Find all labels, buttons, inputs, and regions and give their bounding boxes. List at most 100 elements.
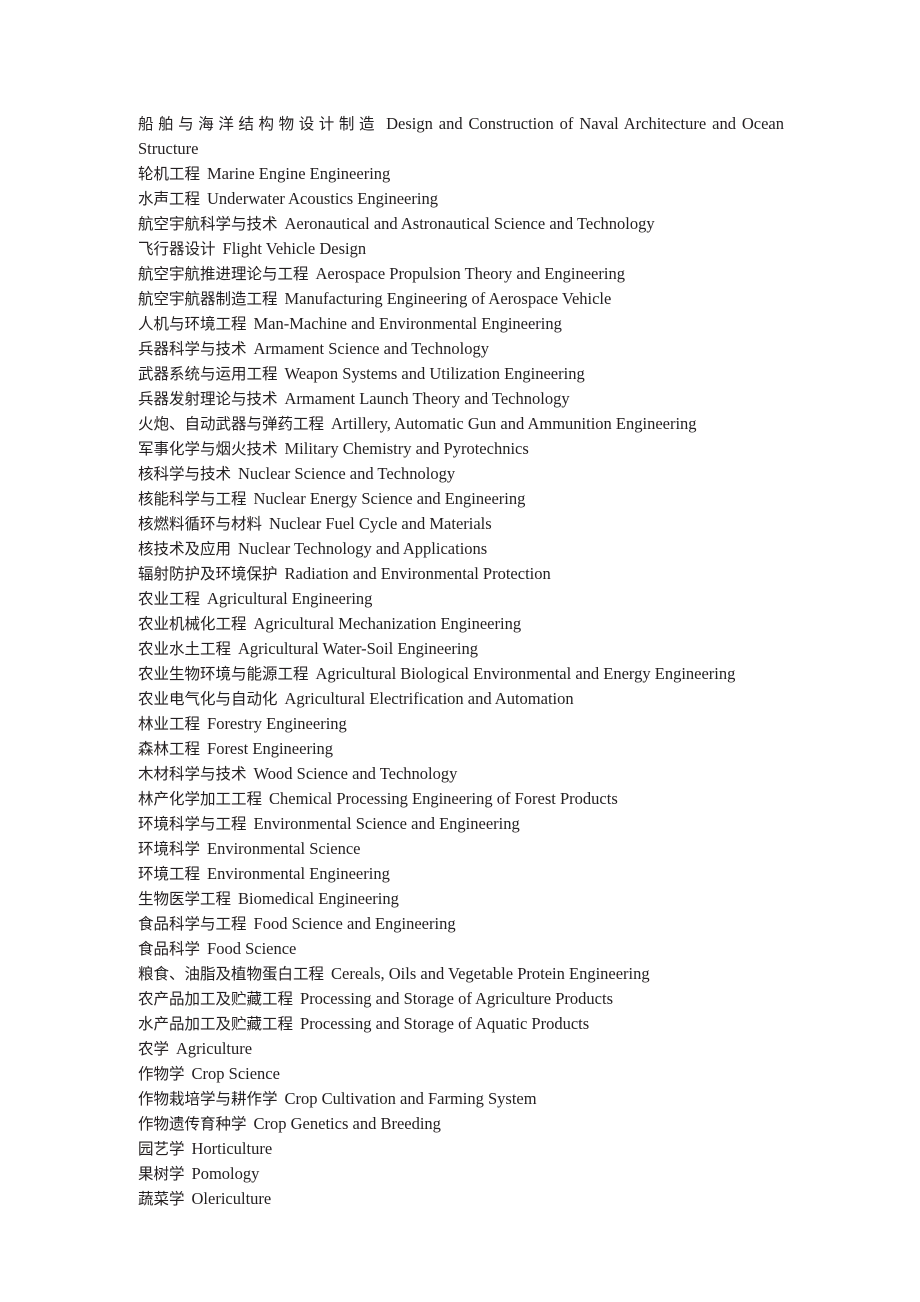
discipline-name-en: Processing and Storage of Agriculture Pr…	[300, 989, 613, 1008]
discipline-name-en: Environmental Science	[207, 839, 361, 858]
discipline-entry: 航空宇航科学与技术 Aeronautical and Astronautical…	[138, 212, 784, 237]
discipline-entry: 林业工程 Forestry Engineering	[138, 712, 784, 737]
discipline-name-en: Manufacturing Engineering of Aerospace V…	[284, 289, 612, 308]
discipline-name-en: Food Science	[207, 939, 297, 958]
discipline-name-cn: 辐射防护及环境保护	[138, 565, 278, 583]
discipline-entry: 飞行器设计 Flight Vehicle Design	[138, 237, 784, 262]
name-separator	[200, 588, 207, 612]
name-separator	[185, 1063, 192, 1087]
discipline-entry: 农业水土工程 Agricultural Water-Soil Engineeri…	[138, 637, 784, 662]
discipline-entry: 航空宇航推进理论与工程 Aerospace Propulsion Theory …	[138, 262, 784, 287]
discipline-entry: 环境科学 Environmental Science	[138, 837, 784, 862]
discipline-entry: 农业工程 Agricultural Engineering	[138, 587, 784, 612]
name-separator	[231, 638, 238, 662]
discipline-entry: 核科学与技术 Nuclear Science and Technology	[138, 462, 784, 487]
name-separator	[278, 363, 285, 387]
discipline-name-en: Crop Cultivation and Farming System	[284, 1089, 537, 1108]
discipline-name-cn: 水产品加工及贮藏工程	[138, 1015, 294, 1033]
discipline-name-cn: 航空宇航器制造工程	[138, 290, 278, 308]
discipline-name-en: Agricultural Water-Soil Engineering	[238, 639, 478, 658]
discipline-name-cn: 果树学	[138, 1165, 185, 1183]
discipline-name-en: Environmental Science and Engineering	[253, 814, 520, 833]
discipline-entry: 森林工程 Forest Engineering	[138, 737, 784, 762]
name-separator	[262, 788, 269, 812]
discipline-entry: 作物栽培学与耕作学 Crop Cultivation and Farming S…	[138, 1087, 784, 1112]
discipline-name-en: Aeronautical and Astronautical Science a…	[284, 214, 655, 233]
name-separator	[200, 938, 207, 962]
name-separator	[247, 488, 254, 512]
name-separator	[293, 1013, 300, 1037]
discipline-entry: 核技术及应用 Nuclear Technology and Applicatio…	[138, 537, 784, 562]
discipline-entry: 木材科学与技术 Wood Science and Technology	[138, 762, 784, 787]
discipline-name-en: Weapon Systems and Utilization Engineeri…	[284, 364, 585, 383]
discipline-entry: 环境工程 Environmental Engineering	[138, 862, 784, 887]
name-separator	[200, 838, 207, 862]
name-separator	[293, 988, 300, 1012]
name-separator	[231, 888, 238, 912]
discipline-name-cn: 轮机工程	[138, 165, 201, 183]
discipline-name-en: Aerospace Propulsion Theory and Engineer…	[315, 264, 625, 283]
name-separator	[324, 413, 331, 437]
discipline-entry: 农业机械化工程 Agricultural Mechanization Engin…	[138, 612, 784, 637]
name-separator	[200, 863, 207, 887]
discipline-name-en: Agricultural Mechanization Engineering	[253, 614, 522, 633]
name-separator	[309, 263, 316, 287]
discipline-name-en: Wood Science and Technology	[253, 764, 458, 783]
discipline-entry: 环境科学与工程 Environmental Science and Engine…	[138, 812, 784, 837]
name-separator	[231, 463, 238, 487]
discipline-name-cn: 食品科学	[138, 940, 201, 958]
discipline-name-en: Artillery, Automatic Gun and Ammunition …	[331, 414, 697, 433]
discipline-entry: 农业电气化与自动化 Agricultural Electrification a…	[138, 687, 784, 712]
discipline-name-cn: 人机与环境工程	[138, 315, 247, 333]
name-separator	[247, 613, 254, 637]
discipline-name-cn: 林业工程	[138, 715, 201, 733]
discipline-name-en: Pomology	[191, 1164, 260, 1183]
name-separator	[247, 1113, 254, 1137]
discipline-entry: 兵器科学与技术 Armament Science and Technology	[138, 337, 784, 362]
discipline-name-en: Underwater Acoustics Engineering	[207, 189, 438, 208]
discipline-name-cn: 农产品加工及贮藏工程	[138, 990, 294, 1008]
discipline-name-en: Crop Science	[191, 1064, 280, 1083]
discipline-name-cn: 环境工程	[138, 865, 201, 883]
discipline-entry: 人机与环境工程 Man-Machine and Environmental En…	[138, 312, 784, 337]
discipline-name-cn: 蔬菜学	[138, 1190, 185, 1208]
name-separator	[169, 1038, 176, 1062]
discipline-name-en: Environmental Engineering	[207, 864, 390, 883]
name-separator	[200, 738, 207, 762]
discipline-name-cn: 水声工程	[138, 190, 201, 208]
discipline-name-cn: 核能科学与工程	[138, 490, 247, 508]
discipline-entry: 轮机工程 Marine Engine Engineering	[138, 162, 784, 187]
discipline-entry: 辐射防护及环境保护 Radiation and Environmental Pr…	[138, 562, 784, 587]
discipline-name-en: Processing and Storage of Aquatic Produc…	[300, 1014, 590, 1033]
discipline-entry: 水产品加工及贮藏工程 Processing and Storage of Aqu…	[138, 1012, 784, 1037]
discipline-name-cn: 农学	[138, 1040, 170, 1058]
discipline-entry: 军事化学与烟火技术 Military Chemistry and Pyrotec…	[138, 437, 784, 462]
discipline-name-cn: 作物学	[138, 1065, 185, 1083]
discipline-name-en: Nuclear Technology and Applications	[238, 539, 488, 558]
discipline-name-en: Man-Machine and Environmental Engineerin…	[253, 314, 562, 333]
name-separator	[278, 563, 285, 587]
discipline-name-cn: 农业机械化工程	[138, 615, 247, 633]
discipline-name-cn: 作物栽培学与耕作学	[138, 1090, 278, 1108]
discipline-name-en: Agricultural Electrification and Automat…	[284, 689, 574, 708]
discipline-name-cn: 武器系统与运用工程	[138, 365, 278, 383]
discipline-name-cn: 兵器科学与技术	[138, 340, 247, 358]
name-separator	[247, 813, 254, 837]
discipline-name-cn: 飞行器设计	[138, 240, 216, 258]
name-separator	[262, 513, 269, 537]
discipline-name-en: Forestry Engineering	[207, 714, 347, 733]
discipline-name-cn: 食品科学与工程	[138, 915, 247, 933]
discipline-name-cn: 核燃料循环与材料	[138, 515, 263, 533]
discipline-name-cn: 农业生物环境与能源工程	[138, 665, 309, 683]
discipline-name-cn: 农业电气化与自动化	[138, 690, 278, 708]
name-separator	[185, 1188, 192, 1212]
discipline-name-en: Forest Engineering	[207, 739, 334, 758]
discipline-name-cn: 火炮、自动武器与弹药工程	[138, 415, 325, 433]
discipline-name-en: Olericulture	[191, 1189, 272, 1208]
discipline-entry: 船舶与海洋结构物设计制造 Design and Construction of …	[138, 112, 784, 162]
discipline-entry: 蔬菜学 Olericulture	[138, 1187, 784, 1212]
name-separator	[278, 1088, 285, 1112]
discipline-name-en: Nuclear Fuel Cycle and Materials	[269, 514, 492, 533]
name-separator	[278, 438, 285, 462]
discipline-name-cn: 航空宇航科学与技术	[138, 215, 278, 233]
